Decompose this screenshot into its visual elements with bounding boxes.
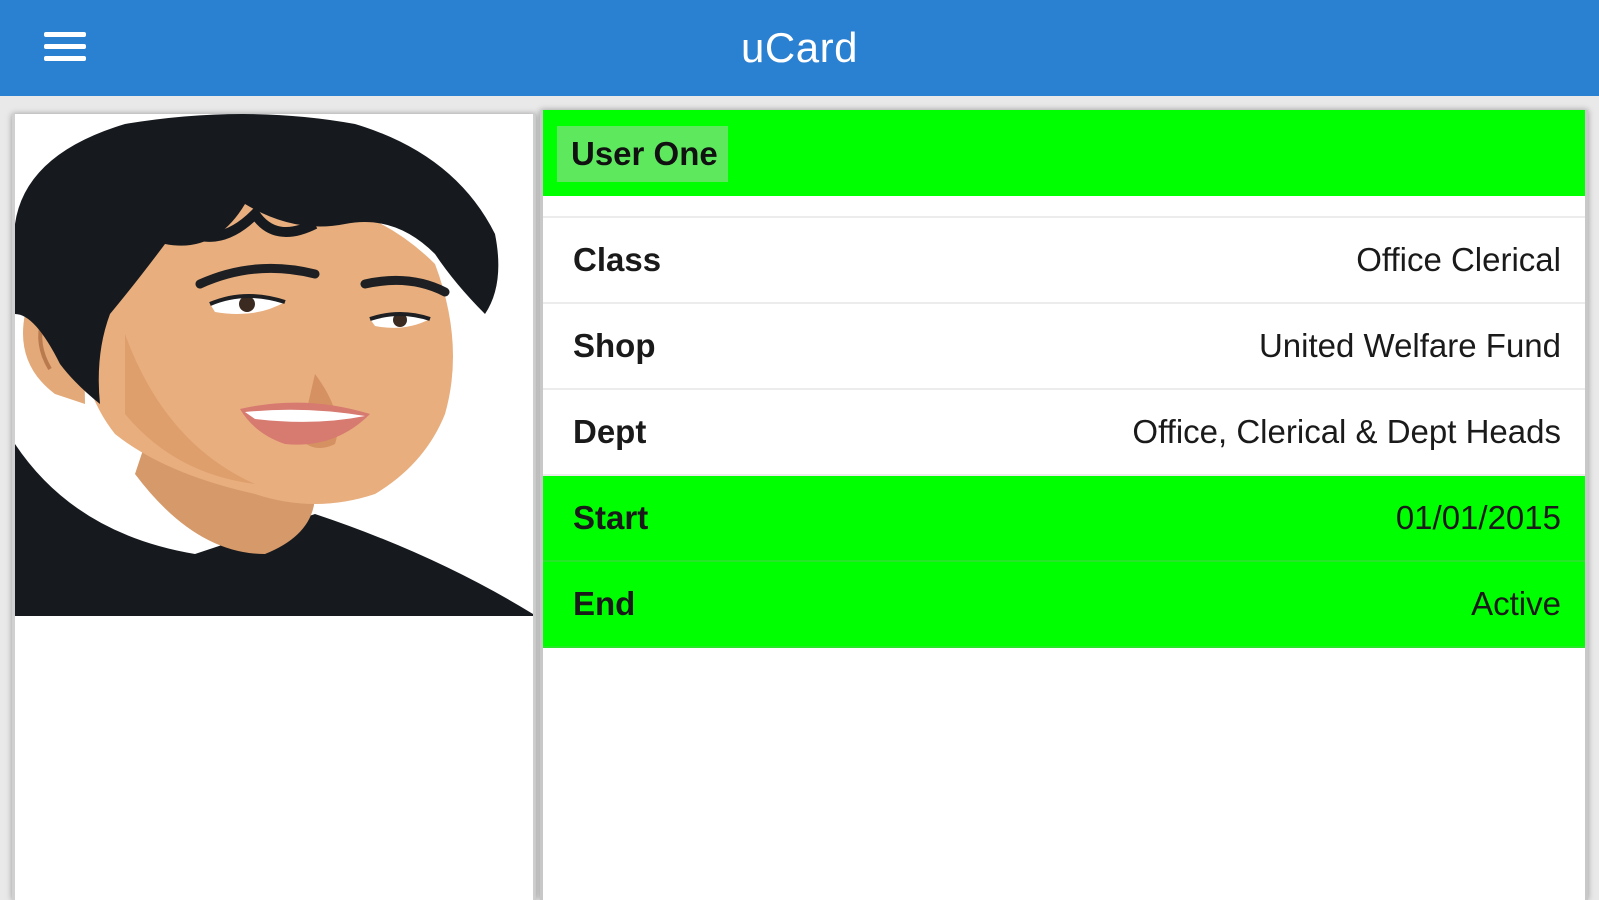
app-title: uCard <box>741 24 858 71</box>
card-details-panel: User One Class Office Clerical Shop Unit… <box>540 110 1588 900</box>
user-avatar <box>15 114 533 616</box>
photo-panel <box>12 114 536 900</box>
hamburger-menu-icon[interactable] <box>38 28 92 68</box>
class-label: Class <box>573 241 662 278</box>
user-name-bar: User One <box>543 110 1585 196</box>
user-name[interactable]: User One <box>557 126 728 182</box>
start-value: 01/01/2015 <box>1395 499 1561 536</box>
menu-line <box>44 44 86 49</box>
end-row: End Active <box>543 562 1585 648</box>
end-value: Active <box>1471 585 1561 622</box>
card-info-list: Class Office Clerical Shop United Welfar… <box>543 216 1585 648</box>
app-header: uCard <box>0 0 1599 96</box>
menu-line <box>44 56 86 61</box>
shop-row: Shop United Welfare Fund <box>543 304 1585 390</box>
class-row: Class Office Clerical <box>543 218 1585 304</box>
dept-label: Dept <box>573 413 647 450</box>
end-label: End <box>573 585 636 622</box>
dept-row: Dept Office, Clerical & Dept Heads <box>543 390 1585 476</box>
shop-label: Shop <box>573 327 656 364</box>
start-label: Start <box>573 499 649 536</box>
dept-value: Office, Clerical & Dept Heads <box>1132 413 1561 450</box>
shop-value: United Welfare Fund <box>1258 327 1561 364</box>
menu-line <box>44 32 86 37</box>
class-value: Office Clerical <box>1356 241 1561 278</box>
start-row: Start 01/01/2015 <box>543 476 1585 562</box>
avatar-illustration <box>15 114 533 616</box>
